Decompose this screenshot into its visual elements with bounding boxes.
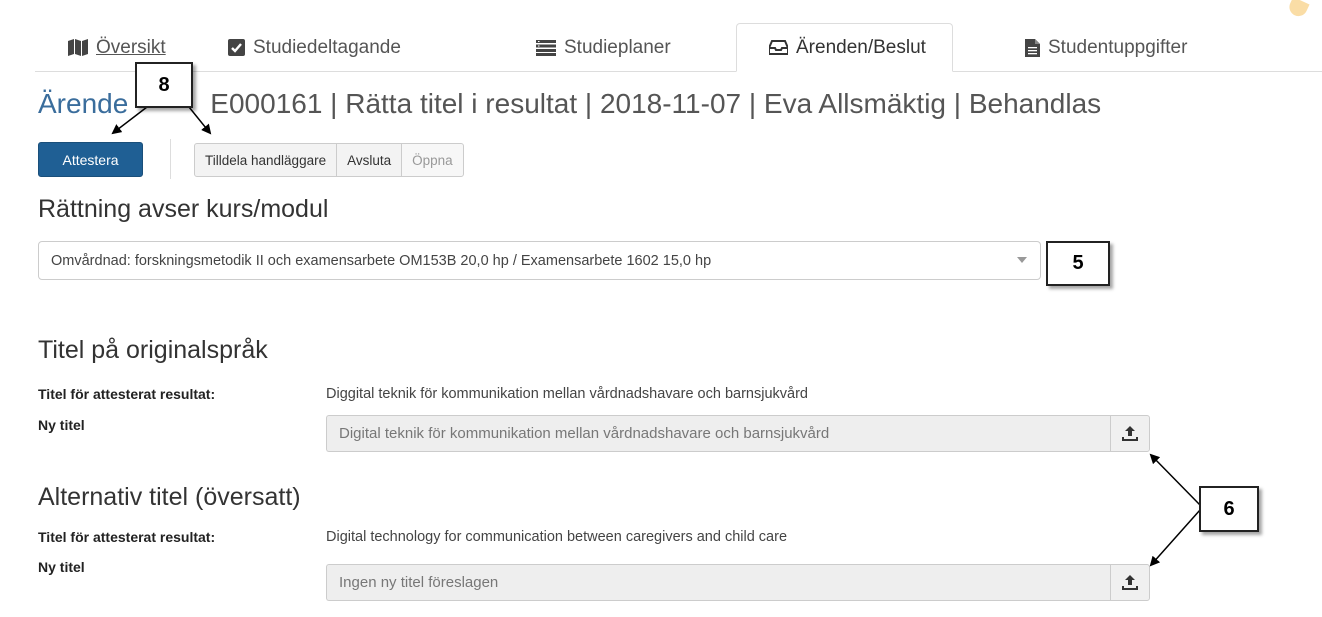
tab-label: Ärenden/Beslut [796, 36, 926, 58]
tab-label: Studiedeltagande [253, 36, 401, 58]
tab-label: Studentuppgifter [1048, 36, 1188, 58]
tab-arenden-beslut[interactable]: Ärenden/Beslut [736, 23, 953, 72]
case-title: E000161 | Rätta titel i resultat | 2018-… [210, 88, 1102, 119]
page-title: Ärende E000161 | Rätta titel i resultat |… [38, 88, 1101, 120]
close-case-button[interactable]: Avsluta [336, 143, 403, 177]
tab-studiedeltagande[interactable]: Studiedeltagande [228, 24, 401, 71]
tab-label: Översikt [96, 36, 166, 58]
course-module-value: Omvårdnad: forskningsmetodik II och exam… [51, 252, 712, 269]
course-heading: Rättning avser kurs/modul [38, 195, 329, 223]
file-icon [1025, 38, 1040, 57]
alt-attested-title-label: Titel för attesterat resultat: [38, 529, 216, 545]
decorative-accent [1286, 0, 1310, 20]
alt-title-heading: Alternativ titel (översatt) [38, 483, 301, 511]
tab-studieplaner[interactable]: Studieplaner [536, 24, 671, 71]
callout-6-arrow-top [1149, 453, 1201, 506]
new-title-label: Ny titel [38, 417, 85, 433]
upload-icon [1122, 575, 1138, 590]
alt-attested-title-value: Digital technology for communication bet… [326, 529, 788, 545]
apply-alt-title-button[interactable] [1110, 564, 1150, 601]
tab-label: Studieplaner [564, 36, 671, 58]
checkbox-icon [228, 39, 245, 56]
action-button-group: Tilldela handläggare Avsluta Öppna [194, 143, 464, 177]
new-title-input[interactable]: Digital teknik för kommunikation mellan … [326, 415, 1110, 452]
callout-8: 8 [135, 62, 193, 108]
new-title-field-group: Digital teknik för kommunikation mellan … [326, 415, 1150, 452]
alt-new-title-label: Ny titel [38, 559, 85, 575]
original-title-heading: Titel på originalspråk [38, 336, 268, 364]
callout-6: 6 [1199, 486, 1259, 532]
tab-studentuppgifter[interactable]: Studentuppgifter [1025, 24, 1187, 71]
attest-button[interactable]: Attestera [38, 142, 143, 177]
callout-6-arrow-bottom [1149, 509, 1201, 567]
open-case-button[interactable]: Öppna [401, 143, 464, 177]
alt-new-title-field-group: Ingen ny titel föreslagen [326, 564, 1150, 601]
upload-icon [1122, 426, 1138, 441]
course-module-select[interactable]: Omvårdnad: forskningsmetodik II och exam… [38, 241, 1041, 280]
assign-handler-button[interactable]: Tilldela handläggare [194, 143, 338, 177]
callout-5: 5 [1046, 241, 1110, 286]
inbox-icon [769, 40, 788, 55]
button-separator [170, 139, 171, 179]
apply-title-button[interactable] [1110, 415, 1150, 452]
chevron-down-icon [1017, 257, 1027, 263]
list-icon [536, 39, 556, 56]
attested-title-value: Diggital teknik för kommunikation mellan… [326, 386, 808, 402]
map-icon [68, 39, 88, 56]
breadcrumb-link[interactable]: Ärende [38, 88, 128, 119]
alt-new-title-input[interactable]: Ingen ny titel föreslagen [326, 564, 1110, 601]
attested-title-label: Titel för attesterat resultat: [38, 386, 216, 402]
tab-bar: Översikt Studiedeltagande Studieplaner Ä… [0, 0, 1322, 72]
tab-divider [35, 71, 1322, 72]
